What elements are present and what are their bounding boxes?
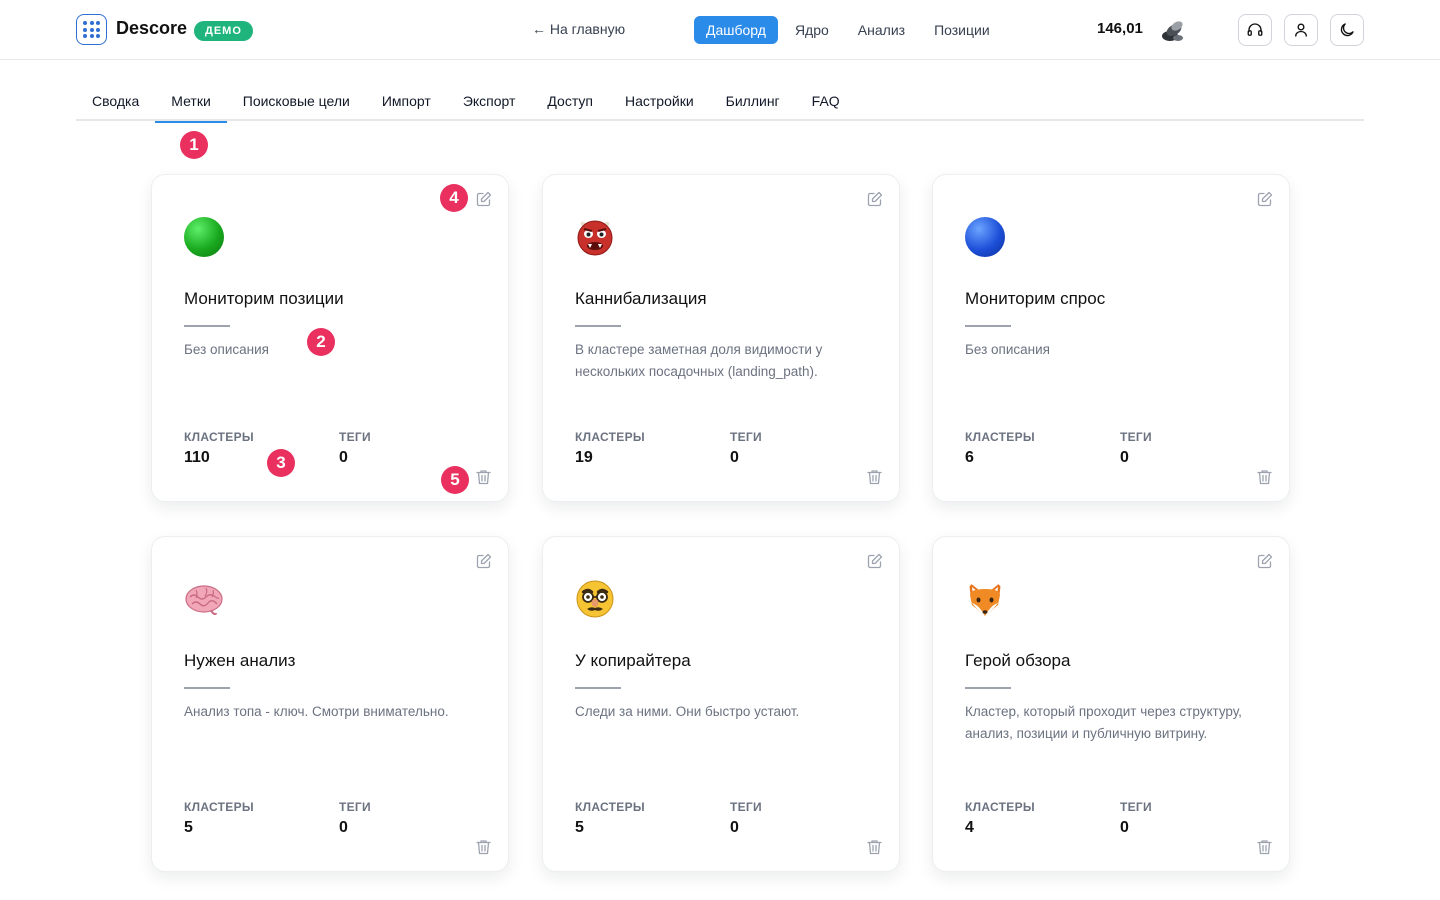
title-divider — [184, 325, 230, 327]
tags-count: 0 — [730, 449, 739, 466]
trash-icon[interactable] — [476, 839, 491, 855]
label-card: Каннибализация В кластере заметная доля … — [542, 174, 900, 502]
label-title: Нужен анализ — [184, 651, 296, 670]
clusters-count: 6 — [965, 449, 974, 466]
edit-icon[interactable] — [1257, 191, 1273, 207]
label-title: Каннибализация — [575, 289, 707, 308]
label-card: У копирайтера Следи за ними. Они быстро … — [542, 536, 900, 872]
tags-label: ТЕГИ — [1120, 800, 1152, 814]
coins-icon[interactable] — [1160, 18, 1186, 44]
descore-logo-icon[interactable] — [76, 14, 107, 45]
theme-toggle-button[interactable] — [1330, 14, 1364, 46]
brand-name[interactable]: Descore — [116, 18, 187, 39]
clusters-label: КЛАСТЕРЫ — [575, 430, 645, 444]
label-description: Без описания — [965, 342, 1050, 357]
tags-label: ТЕГИ — [339, 800, 371, 814]
disguised-face-icon — [576, 580, 614, 618]
tab-faq[interactable]: FAQ — [796, 82, 856, 121]
support-headset-icon — [1247, 23, 1263, 36]
annotation-marker-1: 1 — [180, 131, 208, 159]
tags-label: ТЕГИ — [1120, 430, 1152, 444]
trash-icon[interactable] — [1257, 839, 1272, 855]
profile-button[interactable] — [1284, 14, 1318, 46]
tab-search-goals[interactable]: Поисковые цели — [227, 82, 366, 121]
green-circle-icon — [184, 217, 224, 257]
tab-labels[interactable]: Метки — [155, 82, 227, 123]
label-title: У копирайтера — [575, 651, 691, 670]
nav-core[interactable]: Ядро — [783, 16, 841, 44]
tags-count: 0 — [1120, 449, 1129, 466]
label-description: Кластер, который проходит через структур… — [965, 704, 1242, 741]
trash-icon[interactable] — [476, 469, 491, 485]
blue-circle-icon — [965, 217, 1005, 257]
clusters-count: 5 — [575, 819, 584, 836]
label-description: Анализ топа - ключ. Смотри внимательно. — [184, 704, 449, 719]
tab-settings[interactable]: Настройки — [609, 82, 710, 121]
user-icon — [1295, 23, 1307, 37]
annotation-marker-5: 5 — [441, 466, 469, 494]
clusters-count: 5 — [184, 819, 193, 836]
top-header: Descore ДЕМО ← На главную Дашборд Ядро А… — [0, 0, 1440, 60]
tags-count: 0 — [339, 449, 348, 466]
clusters-label: КЛАСТЕРЫ — [184, 800, 254, 814]
edit-icon[interactable] — [867, 191, 883, 207]
tab-summary[interactable]: Сводка — [76, 82, 155, 121]
clusters-count: 110 — [184, 449, 210, 466]
ogre-mask-icon — [577, 219, 613, 256]
annotation-marker-4: 4 — [440, 184, 468, 212]
title-divider — [965, 687, 1011, 689]
trash-icon[interactable] — [1257, 469, 1272, 485]
support-button[interactable] — [1238, 14, 1272, 46]
title-divider — [184, 687, 230, 689]
tab-export[interactable]: Экспорт — [447, 82, 532, 121]
fox-icon — [969, 582, 1001, 616]
annotation-marker-3: 3 — [267, 449, 295, 477]
tags-label: ТЕГИ — [730, 800, 762, 814]
label-card: Герой обзора Кластер, который проходит ч… — [932, 536, 1290, 872]
tags-count: 0 — [339, 819, 348, 836]
tab-import[interactable]: Импорт — [366, 82, 447, 121]
label-title: Герой обзора — [965, 651, 1071, 670]
edit-icon[interactable] — [476, 553, 492, 569]
annotation-marker-2: 2 — [307, 328, 335, 356]
tab-billing[interactable]: Биллинг — [710, 82, 796, 121]
clusters-label: КЛАСТЕРЫ — [184, 430, 254, 444]
label-title: Мониторим позиции — [184, 289, 344, 308]
label-description: В кластере заметная доля видимости у нес… — [575, 342, 823, 379]
clusters-count: 4 — [965, 819, 974, 836]
clusters-label: КЛАСТЕРЫ — [965, 430, 1035, 444]
tags-label: ТЕГИ — [339, 430, 371, 444]
edit-icon[interactable] — [476, 191, 492, 207]
label-card: Мониторим спрос Без описания КЛАСТЕРЫ 6 … — [932, 174, 1290, 502]
label-title: Мониторим спрос — [965, 289, 1106, 308]
tags-count: 0 — [1120, 819, 1129, 836]
tab-access[interactable]: Доступ — [531, 82, 609, 121]
clusters-count: 19 — [575, 449, 593, 466]
back-to-home-link[interactable]: ← На главную — [532, 21, 625, 37]
nav-positions[interactable]: Позиции — [922, 16, 1002, 44]
demo-badge: ДЕМО — [194, 21, 253, 41]
title-divider — [965, 325, 1011, 327]
label-card: Нужен анализ Анализ топа - ключ. Смотри … — [151, 536, 509, 872]
clusters-label: КЛАСТЕРЫ — [575, 800, 645, 814]
edit-icon[interactable] — [1257, 553, 1273, 569]
nav-dashboard[interactable]: Дашборд — [694, 16, 778, 44]
title-divider — [575, 325, 621, 327]
nav-analysis[interactable]: Анализ — [846, 16, 917, 44]
trash-icon[interactable] — [867, 469, 882, 485]
section-tabs: Сводка Метки Поисковые цели Импорт Экспо… — [76, 82, 1364, 123]
brain-icon — [185, 585, 223, 616]
clusters-label: КЛАСТЕРЫ — [965, 800, 1035, 814]
edit-icon[interactable] — [867, 553, 883, 569]
balance-value: 146,01 — [1097, 20, 1143, 37]
title-divider — [575, 687, 621, 689]
trash-icon[interactable] — [867, 839, 882, 855]
tags-label: ТЕГИ — [730, 430, 762, 444]
main-nav: Дашборд Ядро Анализ Позиции — [694, 16, 1007, 44]
dark-mode-moon-icon — [1340, 23, 1354, 37]
tags-count: 0 — [730, 819, 739, 836]
label-description: Следи за ними. Они быстро устают. — [575, 704, 800, 719]
